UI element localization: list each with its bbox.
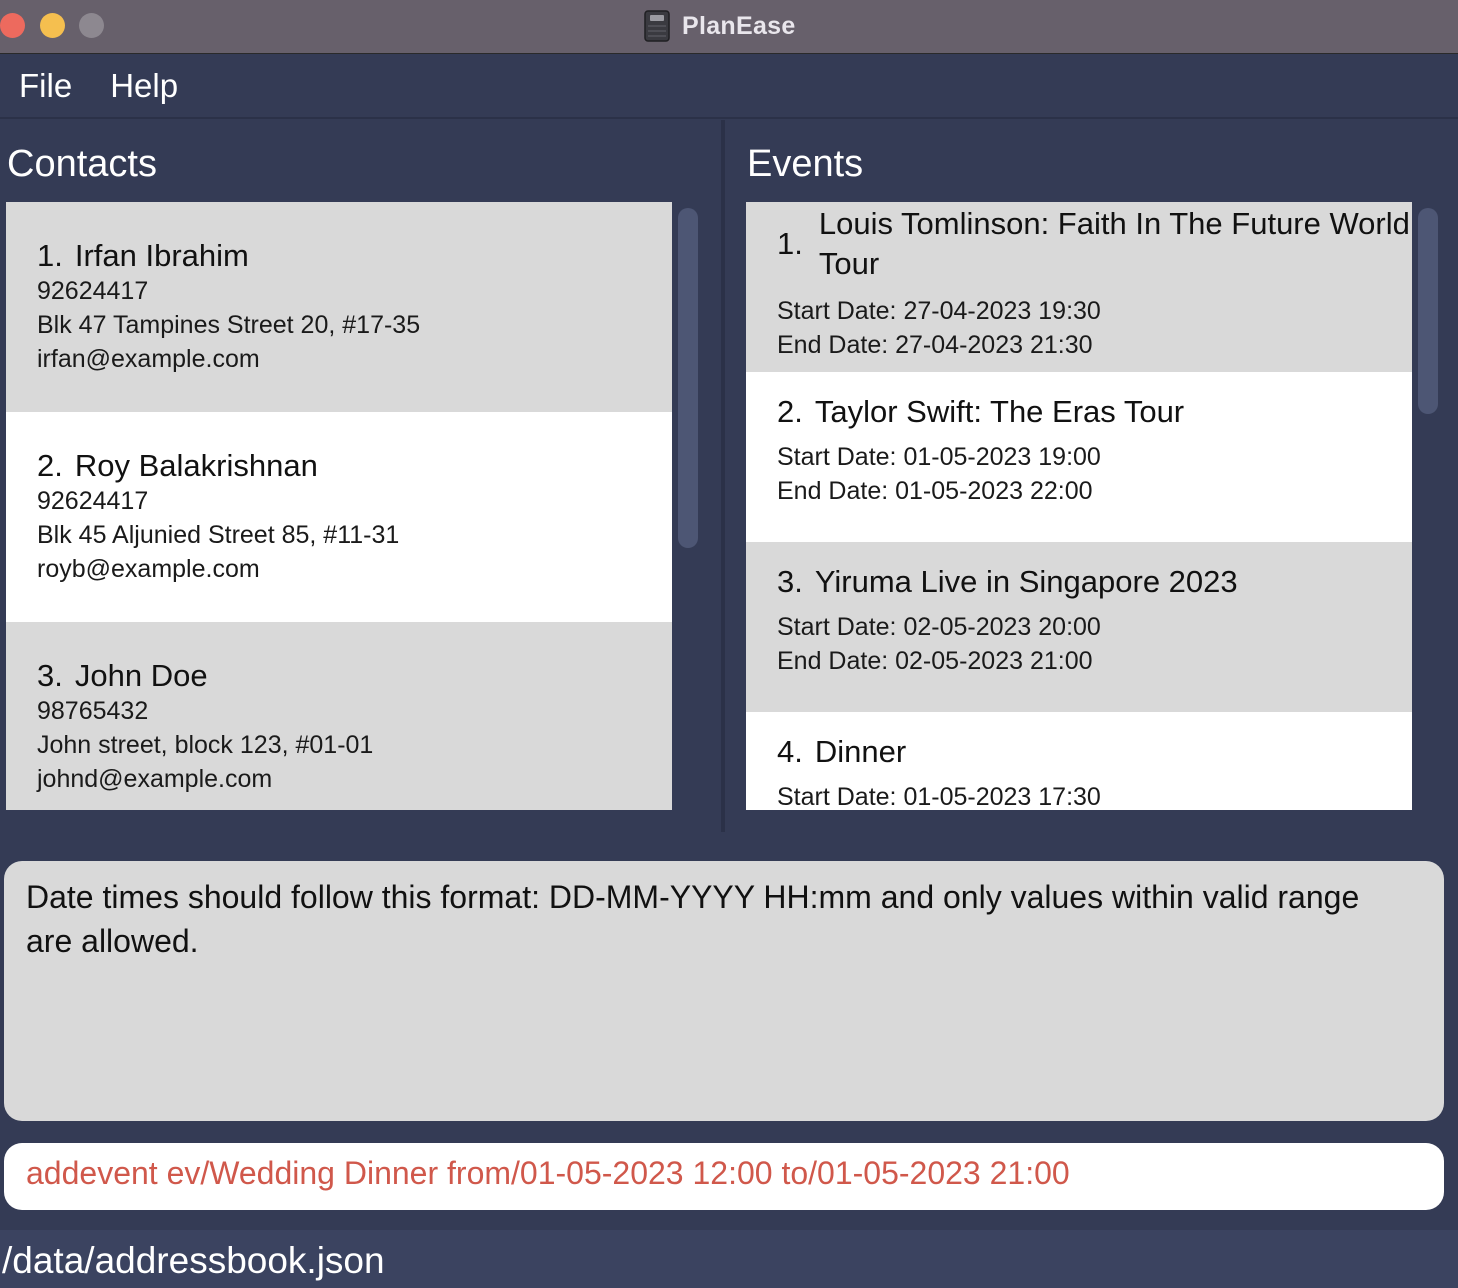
command-input[interactable]: addevent ev/Wedding Dinner from/01-05-20… xyxy=(4,1143,1444,1210)
event-card-3[interactable]: 3. Yiruma Live in Singapore 2023 Start D… xyxy=(746,542,1412,712)
contact-phone: 92624417 xyxy=(37,487,149,515)
result-message-line: are allowed. xyxy=(26,923,199,959)
close-window-button[interactable] xyxy=(0,13,25,38)
menu-file[interactable]: File xyxy=(19,67,72,105)
event-card-4[interactable]: 4. Dinner Start Date: 01-05-2023 17:30 xyxy=(746,712,1412,810)
event-start-date: Start Date: 27-04-2023 19:30 xyxy=(777,297,1101,325)
event-index: 1. xyxy=(777,226,803,261)
contact-phone: 92624417 xyxy=(37,277,149,305)
contact-name-line: 2. Roy Balakrishnan xyxy=(37,448,672,484)
contacts-panel-title: Contacts xyxy=(7,143,157,185)
events-scrollbar-thumb[interactable] xyxy=(1418,208,1438,414)
event-index: 3. xyxy=(777,564,803,599)
contact-phone: 98765432 xyxy=(37,697,149,725)
event-name-line: 4. Dinner xyxy=(777,734,1412,770)
window-title: PlanEase xyxy=(682,11,796,40)
contact-card-1[interactable]: 1. Irfan Ibrahim 92624417 Blk 47 Tampine… xyxy=(6,202,672,412)
events-scrollbar[interactable] xyxy=(1418,208,1438,808)
contact-index: 2. xyxy=(37,448,63,483)
contact-name-line: 3. John Doe xyxy=(37,658,672,694)
event-start-date: Start Date: 01-05-2023 17:30 xyxy=(777,783,1101,810)
event-name: Taylor Swift: The Eras Tour xyxy=(814,394,1185,429)
event-end-date: End Date: 01-05-2023 22:00 xyxy=(777,477,1093,505)
event-card-2[interactable]: 2. Taylor Swift: The Eras Tour Start Dat… xyxy=(746,372,1412,542)
status-bar: /data/addressbook.json xyxy=(0,1230,1458,1288)
contact-card-2[interactable]: 2. Roy Balakrishnan 92624417 Blk 45 Alju… xyxy=(6,412,672,622)
event-name-line: 1. Louis Tomlinson: Faith In The Future … xyxy=(777,204,1412,284)
event-list[interactable]: 1. Louis Tomlinson: Faith In The Future … xyxy=(746,202,1412,810)
notebook-icon xyxy=(644,10,670,42)
event-index: 2. xyxy=(777,394,803,429)
contact-address: John street, block 123, #01-01 xyxy=(37,731,374,759)
event-name-part: Tour xyxy=(818,246,880,281)
contact-index: 3. xyxy=(37,658,63,693)
event-name-part: Louis Tomlinson: Faith In The Future Wor… xyxy=(818,206,1410,241)
contact-address: Blk 47 Tampines Street 20, #17-35 xyxy=(37,311,421,339)
contact-index: 1. xyxy=(37,238,63,273)
window-title-group: PlanEase xyxy=(644,8,796,44)
event-name: Louis Tomlinson: Faith In The Future Wor… xyxy=(819,204,1410,284)
result-display: Date times should follow this format: DD… xyxy=(4,861,1444,1121)
panel-divider xyxy=(721,120,725,832)
event-end-date: End Date: 27-04-2023 21:30 xyxy=(777,331,1093,359)
contacts-scrollbar[interactable] xyxy=(678,208,698,808)
menu-help[interactable]: Help xyxy=(110,67,178,105)
event-name-line: 3. Yiruma Live in Singapore 2023 xyxy=(777,564,1412,600)
save-file-path: /data/addressbook.json xyxy=(2,1240,385,1281)
contact-list[interactable]: 1. Irfan Ibrahim 92624417 Blk 47 Tampine… xyxy=(6,202,672,810)
event-end-date: End Date: 02-05-2023 21:00 xyxy=(777,647,1093,675)
events-panel-title: Events xyxy=(747,143,864,185)
event-start-date: Start Date: 01-05-2023 19:00 xyxy=(777,443,1101,471)
event-index: 4. xyxy=(777,734,803,769)
window-titlebar: PlanEase xyxy=(0,0,1458,54)
contact-name: Irfan Ibrahim xyxy=(74,238,249,273)
event-start-date: Start Date: 02-05-2023 20:00 xyxy=(777,613,1101,641)
result-message-line: Date times should follow this format: DD… xyxy=(26,879,1360,915)
contact-name: John Doe xyxy=(74,658,208,693)
minimize-window-button[interactable] xyxy=(40,13,65,38)
contact-address: Blk 45 Aljunied Street 85, #11-31 xyxy=(37,521,400,549)
event-card-1[interactable]: 1. Louis Tomlinson: Faith In The Future … xyxy=(746,202,1412,372)
menu-bar: File Help xyxy=(0,55,1458,119)
maximize-window-button[interactable] xyxy=(79,13,104,38)
event-name: Dinner xyxy=(814,734,907,769)
contact-name: Roy Balakrishnan xyxy=(74,448,318,483)
contacts-scrollbar-thumb[interactable] xyxy=(678,208,698,548)
contact-card-3[interactable]: 3. John Doe 98765432 John street, block … xyxy=(6,622,672,810)
contact-name-line: 1. Irfan Ibrahim xyxy=(37,238,672,274)
event-name-line: 2. Taylor Swift: The Eras Tour xyxy=(777,394,1412,430)
contact-email: royb@example.com xyxy=(37,555,260,583)
contact-email: johnd@example.com xyxy=(37,765,273,793)
event-name: Yiruma Live in Singapore 2023 xyxy=(814,564,1238,599)
contact-email: irfan@example.com xyxy=(37,345,260,373)
